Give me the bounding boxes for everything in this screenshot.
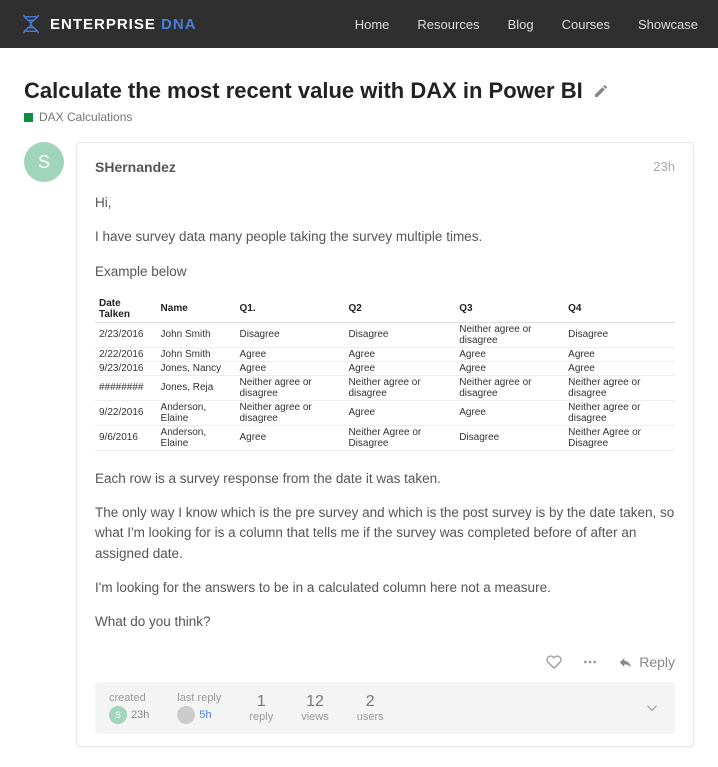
- post-paragraph: I have survey data many people taking th…: [95, 227, 675, 247]
- post-paragraph: I'm looking for the answers to be in a c…: [95, 578, 675, 598]
- post-paragraph: Example below: [95, 262, 675, 282]
- logo[interactable]: ENTERPRISE DNA: [20, 13, 197, 35]
- title-row: Calculate the most recent value with DAX…: [24, 78, 694, 104]
- site-header: ENTERPRISE DNA Home Resources Blog Cours…: [0, 0, 718, 48]
- heart-icon: [546, 654, 562, 670]
- avatar[interactable]: S: [24, 142, 64, 182]
- post-paragraph: What do you think?: [95, 612, 675, 632]
- ellipsis-icon: [582, 654, 598, 670]
- table-header: Date Talken: [95, 296, 157, 323]
- stat-views: 12 views: [301, 693, 329, 723]
- post-paragraph: Each row is a survey response from the d…: [95, 469, 675, 489]
- table-header: Name: [157, 296, 236, 323]
- category-name: DAX Calculations: [39, 110, 132, 124]
- category-color-icon: [24, 113, 33, 122]
- post-paragraph: The only way I know which is the pre sur…: [95, 503, 675, 564]
- post-wrapper: S SHernandez 23h Hi, I have survey data …: [24, 142, 694, 747]
- main-content: Calculate the most recent value with DAX…: [0, 48, 718, 767]
- dna-icon: [20, 13, 42, 35]
- post-age: 23h: [653, 159, 675, 175]
- post-body: Hi, I have survey data many people takin…: [95, 193, 675, 632]
- chevron-down-icon[interactable]: [643, 699, 661, 717]
- table-header: Q3: [455, 296, 564, 323]
- topic-stats: created S 23h last reply 5h 1 reply: [95, 682, 675, 734]
- logo-text: ENTERPRISE DNA: [50, 16, 197, 33]
- main-nav: Home Resources Blog Courses Showcase: [355, 17, 698, 32]
- stat-last-reply[interactable]: last reply 5h: [177, 692, 221, 724]
- table-header: Q2: [344, 296, 455, 323]
- table-row: 9/23/2016Jones, NancyAgreeAgreeAgreeAgre…: [95, 361, 675, 375]
- table-header: Q4: [564, 296, 675, 323]
- post-header: SHernandez 23h: [95, 159, 675, 175]
- nav-home[interactable]: Home: [355, 17, 390, 32]
- table-row: 2/22/2016John SmithAgreeAgreeAgreeAgree: [95, 347, 675, 361]
- avatar-mini: [177, 706, 195, 724]
- topic-title: Calculate the most recent value with DAX…: [24, 78, 583, 104]
- avatar-mini: S: [109, 706, 127, 724]
- reply-button[interactable]: Reply: [618, 654, 675, 670]
- stat-replies: 1 reply: [249, 693, 273, 723]
- table-header: Q1.: [236, 296, 345, 323]
- table-row: 2/23/2016John SmithDisagreeDisagreeNeith…: [95, 322, 675, 347]
- nav-courses[interactable]: Courses: [562, 17, 610, 32]
- post-paragraph: Hi,: [95, 193, 675, 213]
- post-actions: Reply: [95, 646, 675, 682]
- pencil-icon[interactable]: [593, 83, 609, 99]
- nav-resources[interactable]: Resources: [417, 17, 479, 32]
- username[interactable]: SHernandez: [95, 159, 176, 175]
- stat-users: 2 users: [357, 693, 384, 723]
- table-row: ########Jones, RejaNeither agree or disa…: [95, 375, 675, 400]
- reply-icon: [618, 655, 633, 670]
- like-button[interactable]: [546, 654, 562, 670]
- table-row: 9/22/2016Anderson, ElaineNeither agree o…: [95, 400, 675, 425]
- stat-created: created S 23h: [109, 692, 149, 724]
- more-button[interactable]: [582, 654, 598, 670]
- post-card: SHernandez 23h Hi, I have survey data ma…: [76, 142, 694, 747]
- nav-blog[interactable]: Blog: [508, 17, 534, 32]
- category-row[interactable]: DAX Calculations: [24, 110, 694, 124]
- survey-table: Date TalkenNameQ1.Q2Q3Q4 2/23/2016John S…: [95, 296, 675, 451]
- table-row: 9/6/2016Anderson, ElaineAgreeNeither Agr…: [95, 425, 675, 450]
- nav-showcase[interactable]: Showcase: [638, 17, 698, 32]
